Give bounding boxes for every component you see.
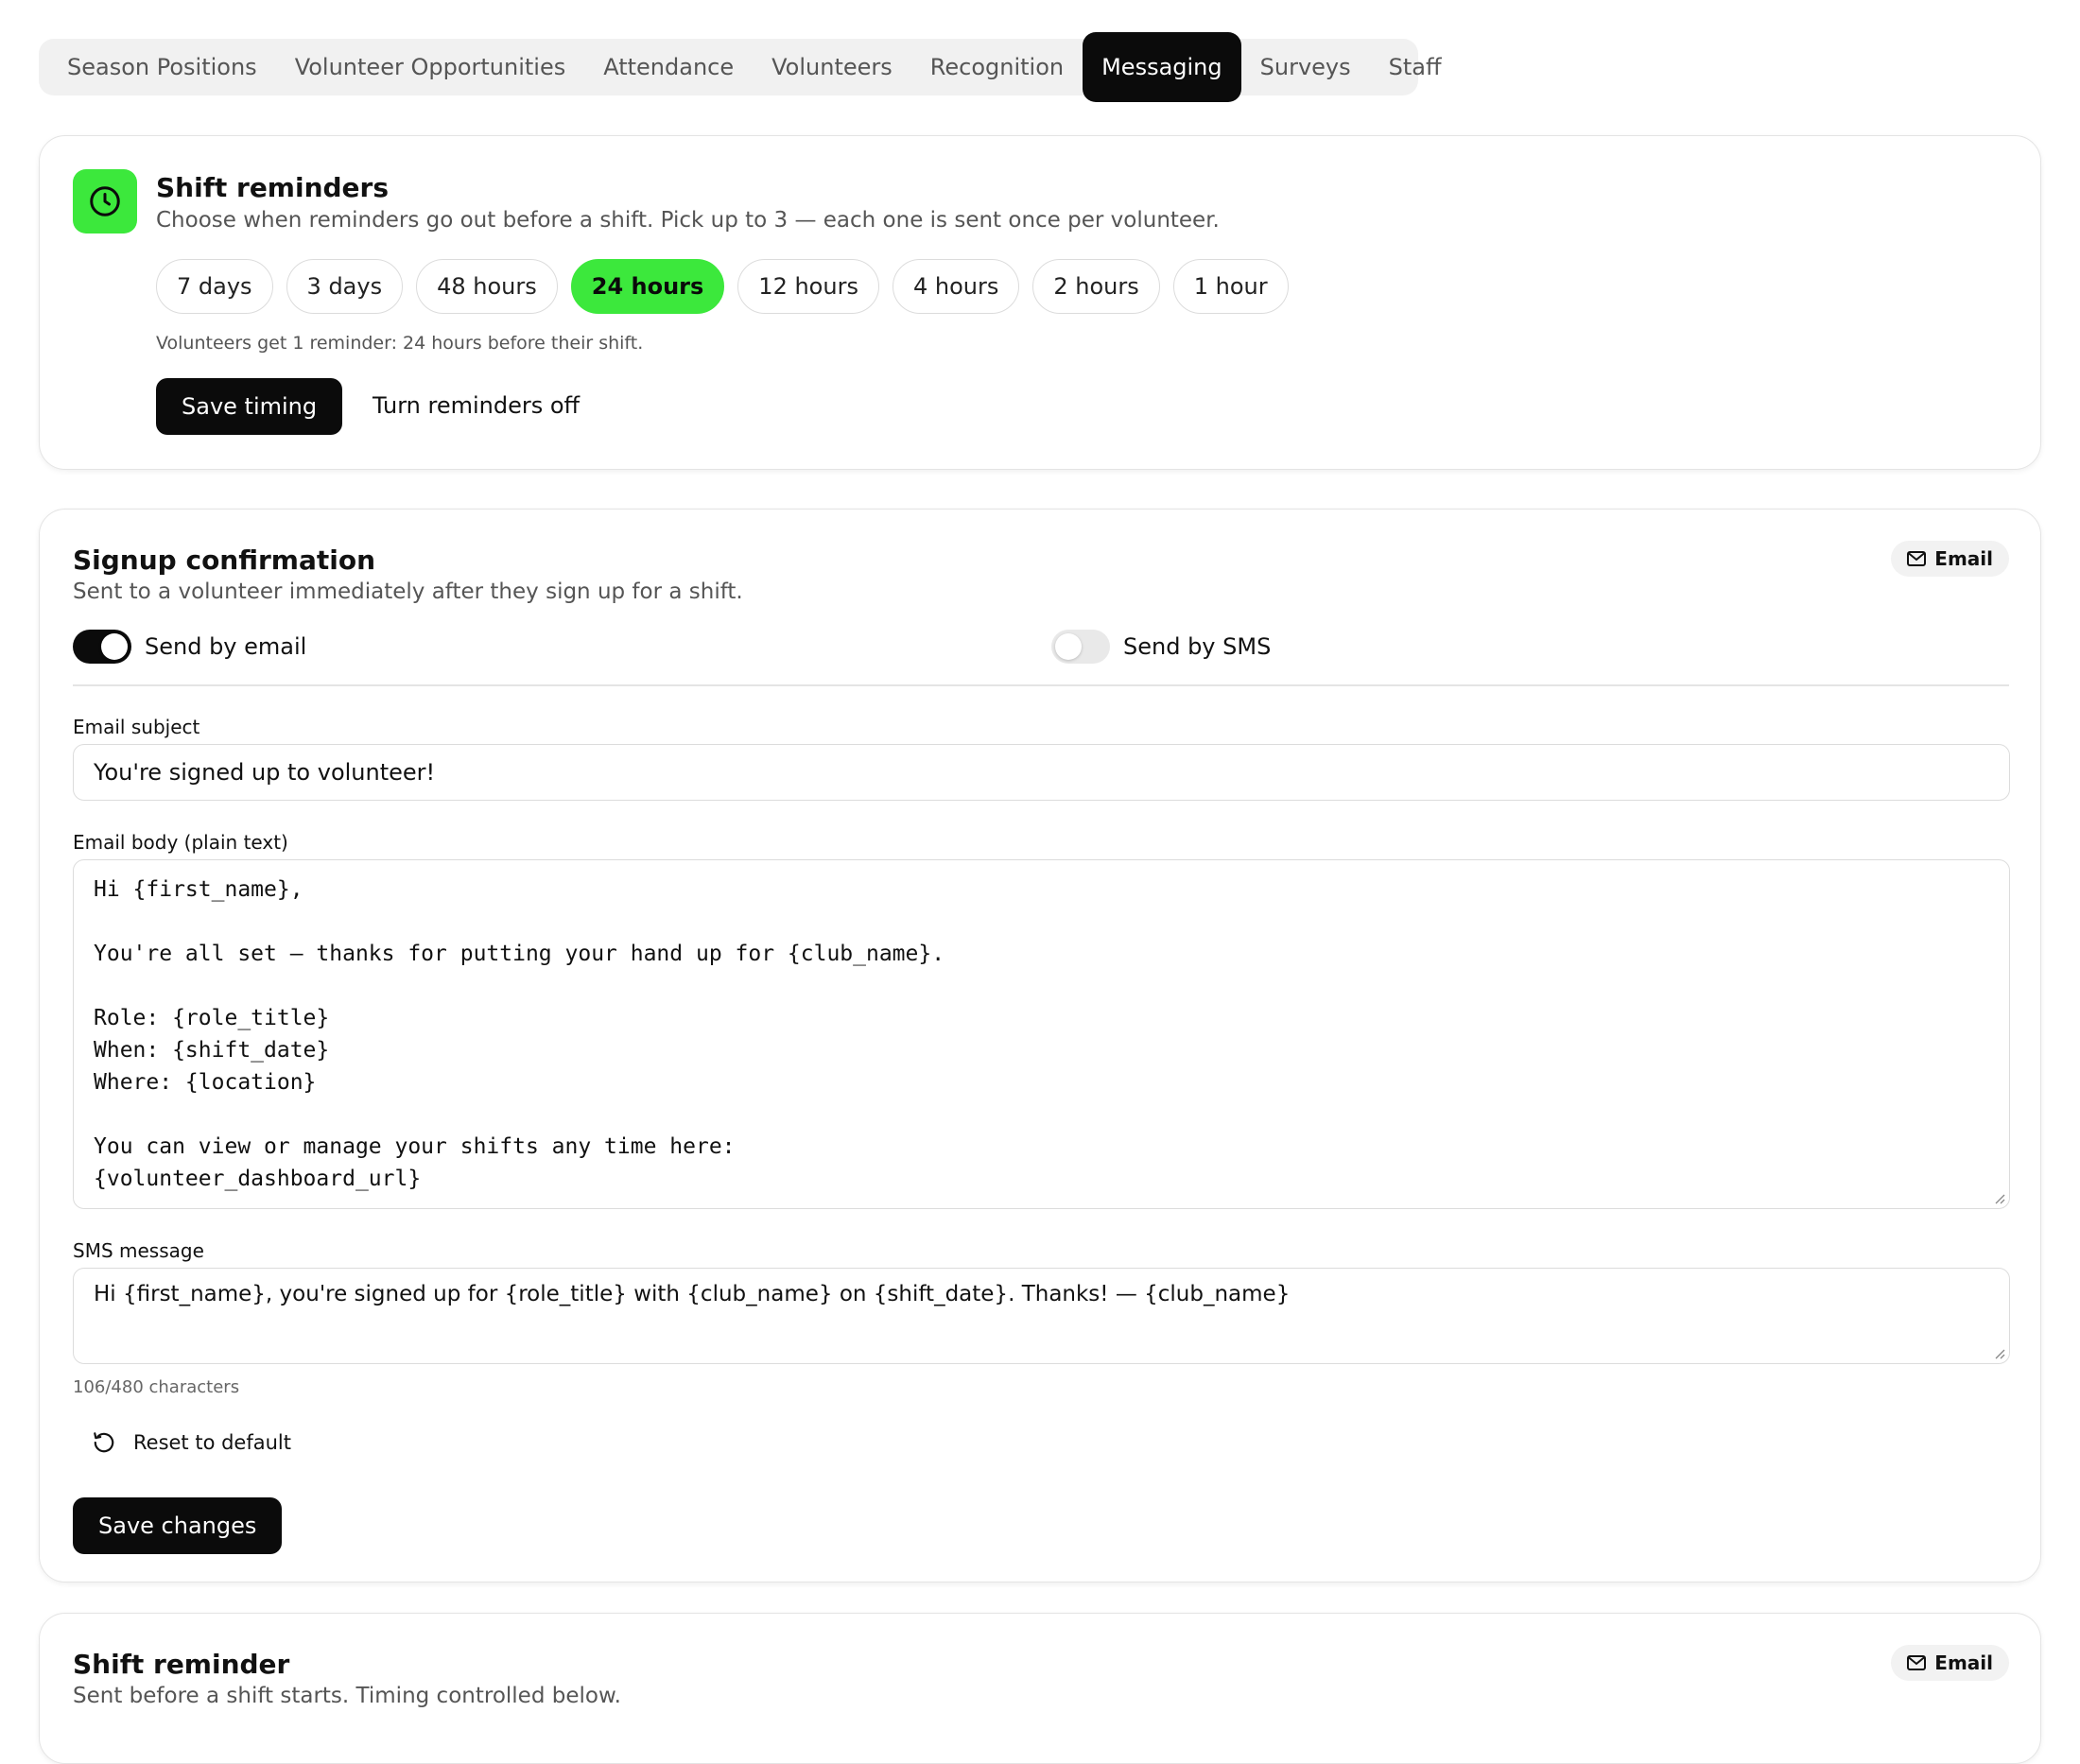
timing-option-12-hours[interactable]: 12 hours: [737, 259, 879, 314]
mail-icon: [1907, 1655, 1927, 1670]
tab-staff[interactable]: Staff: [1370, 32, 1461, 102]
send-by-sms-row: Send by SMS: [1051, 630, 1271, 664]
tab-bar: Season Positions Volunteer Opportunities…: [39, 32, 1442, 102]
tab-messaging[interactable]: Messaging: [1083, 32, 1241, 102]
signup-confirmation-description: Sent to a volunteer immediately after th…: [73, 579, 743, 604]
turn-reminders-off-button[interactable]: Turn reminders off: [373, 392, 580, 419]
sms-message-label: SMS message: [73, 1239, 204, 1262]
reset-to-default-button[interactable]: Reset to default: [92, 1430, 291, 1455]
timing-option-2-hours[interactable]: 2 hours: [1032, 259, 1160, 314]
shift-reminders-title: Shift reminders: [156, 172, 390, 203]
timing-option-7-days[interactable]: 7 days: [156, 259, 273, 314]
send-by-sms-label: Send by SMS: [1123, 633, 1272, 660]
send-by-email-row: Send by email: [73, 630, 306, 664]
timing-option-24-hours[interactable]: 24 hours: [570, 259, 725, 314]
timing-option-3-days[interactable]: 3 days: [286, 259, 404, 314]
shift-reminder-card: Shift reminder Sent before a shift start…: [39, 1613, 2041, 1764]
send-by-email-label: Send by email: [145, 633, 307, 660]
tab-volunteer-opportunities[interactable]: Volunteer Opportunities: [276, 32, 585, 102]
reset-to-default-label: Reset to default: [133, 1431, 291, 1454]
channel-badge: Email: [1891, 1645, 2009, 1681]
shift-reminder-title: Shift reminder: [73, 1649, 290, 1680]
email-body-label: Email body (plain text): [73, 831, 288, 854]
messaging-page: Season Positions Volunteer Opportunities…: [0, 0, 2080, 1764]
sms-character-count: 106/480 characters: [73, 1377, 240, 1397]
reset-icon: [94, 1432, 114, 1453]
email-subject-input[interactable]: You're signed up to volunteer!: [73, 744, 2010, 801]
signup-confirmation-card: Signup confirmation Sent to a volunteer …: [39, 509, 2041, 1582]
shift-reminder-description: Sent before a shift starts. Timing contr…: [73, 1684, 621, 1708]
shift-reminders-description: Choose when reminders go out before a sh…: [156, 208, 1220, 233]
tab-surveys[interactable]: Surveys: [1241, 32, 1370, 102]
email-subject-label: Email subject: [73, 716, 200, 738]
tab-attendance[interactable]: Attendance: [584, 32, 753, 102]
shift-reminders-card: Shift reminders Choose when reminders go…: [39, 135, 2041, 470]
save-timing-button[interactable]: Save timing: [156, 378, 343, 435]
send-by-email-toggle[interactable]: [73, 630, 131, 664]
tab-volunteers[interactable]: Volunteers: [753, 32, 911, 102]
reminder-timing-options: 7 days 3 days 48 hours 24 hours 12 hours…: [156, 259, 1289, 314]
timing-option-4-hours[interactable]: 4 hours: [892, 259, 1020, 314]
signup-confirmation-title: Signup confirmation: [73, 545, 376, 576]
email-body-text: Hi {first_name}, You're all set — thanks…: [94, 877, 945, 1191]
clock-icon: [73, 169, 137, 233]
email-body-textarea[interactable]: Hi {first_name}, You're all set — thanks…: [73, 859, 2010, 1209]
channel-badge-label: Email: [1934, 547, 1993, 570]
resize-handle-icon[interactable]: [1994, 1193, 2005, 1204]
timing-option-48-hours[interactable]: 48 hours: [416, 259, 558, 314]
section-divider: [73, 684, 2009, 686]
mail-icon: [1907, 551, 1927, 566]
send-by-sms-toggle[interactable]: [1051, 630, 1110, 664]
reminder-summary-note: Volunteers get 1 reminder: 24 hours befo…: [156, 333, 644, 354]
tab-recognition[interactable]: Recognition: [911, 32, 1083, 102]
resize-handle-icon[interactable]: [1994, 1348, 2005, 1359]
channel-badge: Email: [1891, 541, 2009, 577]
sms-message-textarea[interactable]: Hi {first_name}, you're signed up for {r…: [73, 1268, 2010, 1364]
channel-badge-label: Email: [1934, 1652, 1993, 1674]
save-changes-button[interactable]: Save changes: [73, 1497, 283, 1554]
tab-season-positions[interactable]: Season Positions: [48, 32, 276, 102]
sms-message-text: Hi {first_name}, you're signed up for {r…: [94, 1282, 1291, 1306]
timing-option-1-hour[interactable]: 1 hour: [1172, 259, 1289, 314]
